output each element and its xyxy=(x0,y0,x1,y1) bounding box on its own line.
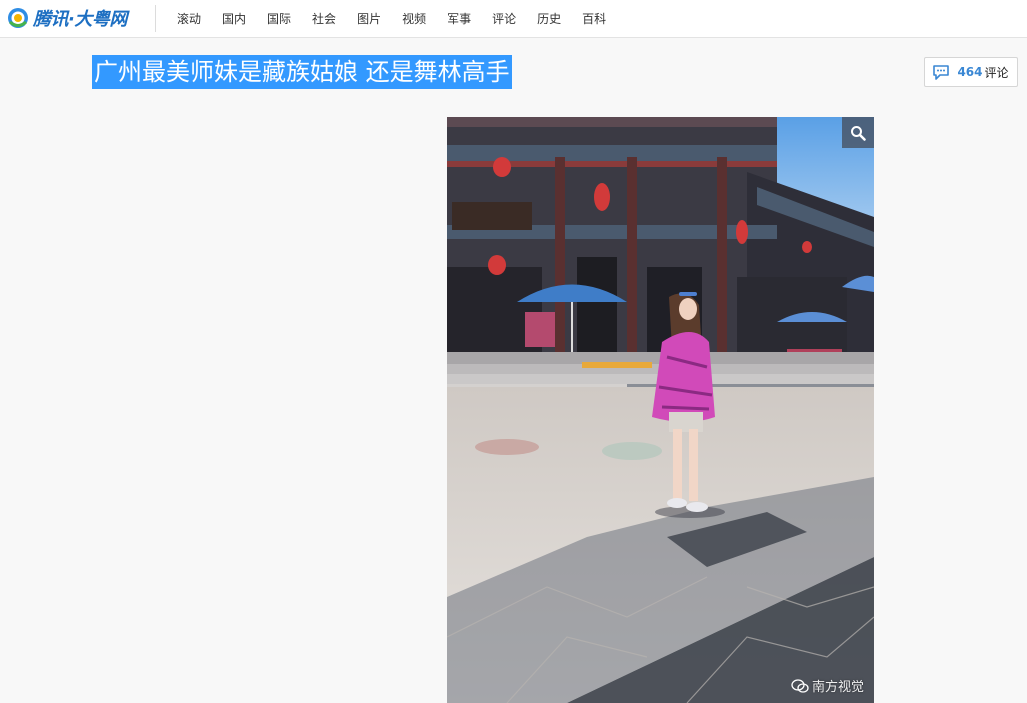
top-navigation-bar: 腾讯·大粤网 滚动 国内 国际 社会 图片 视频 军事 评论 历史 百科 xyxy=(0,0,1027,38)
article-title: 广州最美师妹是藏族姑娘 还是舞林高手 xyxy=(92,55,512,89)
nav-item-pictures[interactable]: 图片 xyxy=(350,10,388,27)
article-photo[interactable]: 南方视觉 xyxy=(447,117,874,703)
nav-item-video[interactable]: 视频 xyxy=(395,10,433,27)
photo-illustration xyxy=(447,117,874,703)
zoom-button[interactable] xyxy=(842,117,874,148)
magnifier-icon xyxy=(851,125,866,141)
site-logo[interactable]: 腾讯·大粤网 xyxy=(7,5,127,31)
comment-label: 评论 xyxy=(984,65,1009,80)
nav-item-history[interactable]: 历史 xyxy=(530,10,568,27)
header-divider xyxy=(155,5,156,32)
nav-item-international[interactable]: 国际 xyxy=(260,10,298,27)
nav-item-commentary[interactable]: 评论 xyxy=(485,10,523,27)
speech-bubble-icon xyxy=(933,64,950,80)
comments-button[interactable]: 464 评论 xyxy=(924,57,1018,87)
site-logo-text: 腾讯·大粤网 xyxy=(33,9,127,30)
wechat-icon xyxy=(791,678,809,693)
comment-count: 464 xyxy=(957,65,983,79)
nav-item-encyclopedia[interactable]: 百科 xyxy=(575,10,613,27)
photo-watermark: 南方视觉 xyxy=(791,676,864,695)
nav-item-society[interactable]: 社会 xyxy=(305,10,343,27)
nav-item-military[interactable]: 军事 xyxy=(440,10,478,27)
main-nav: 滚动 国内 国际 社会 图片 视频 军事 评论 历史 百科 xyxy=(170,0,620,37)
watermark-text: 南方视觉 xyxy=(811,680,864,695)
nav-item-domestic[interactable]: 国内 xyxy=(215,10,253,27)
nav-item-scroll[interactable]: 滚动 xyxy=(170,10,208,27)
tencent-logo-icon xyxy=(8,8,28,28)
